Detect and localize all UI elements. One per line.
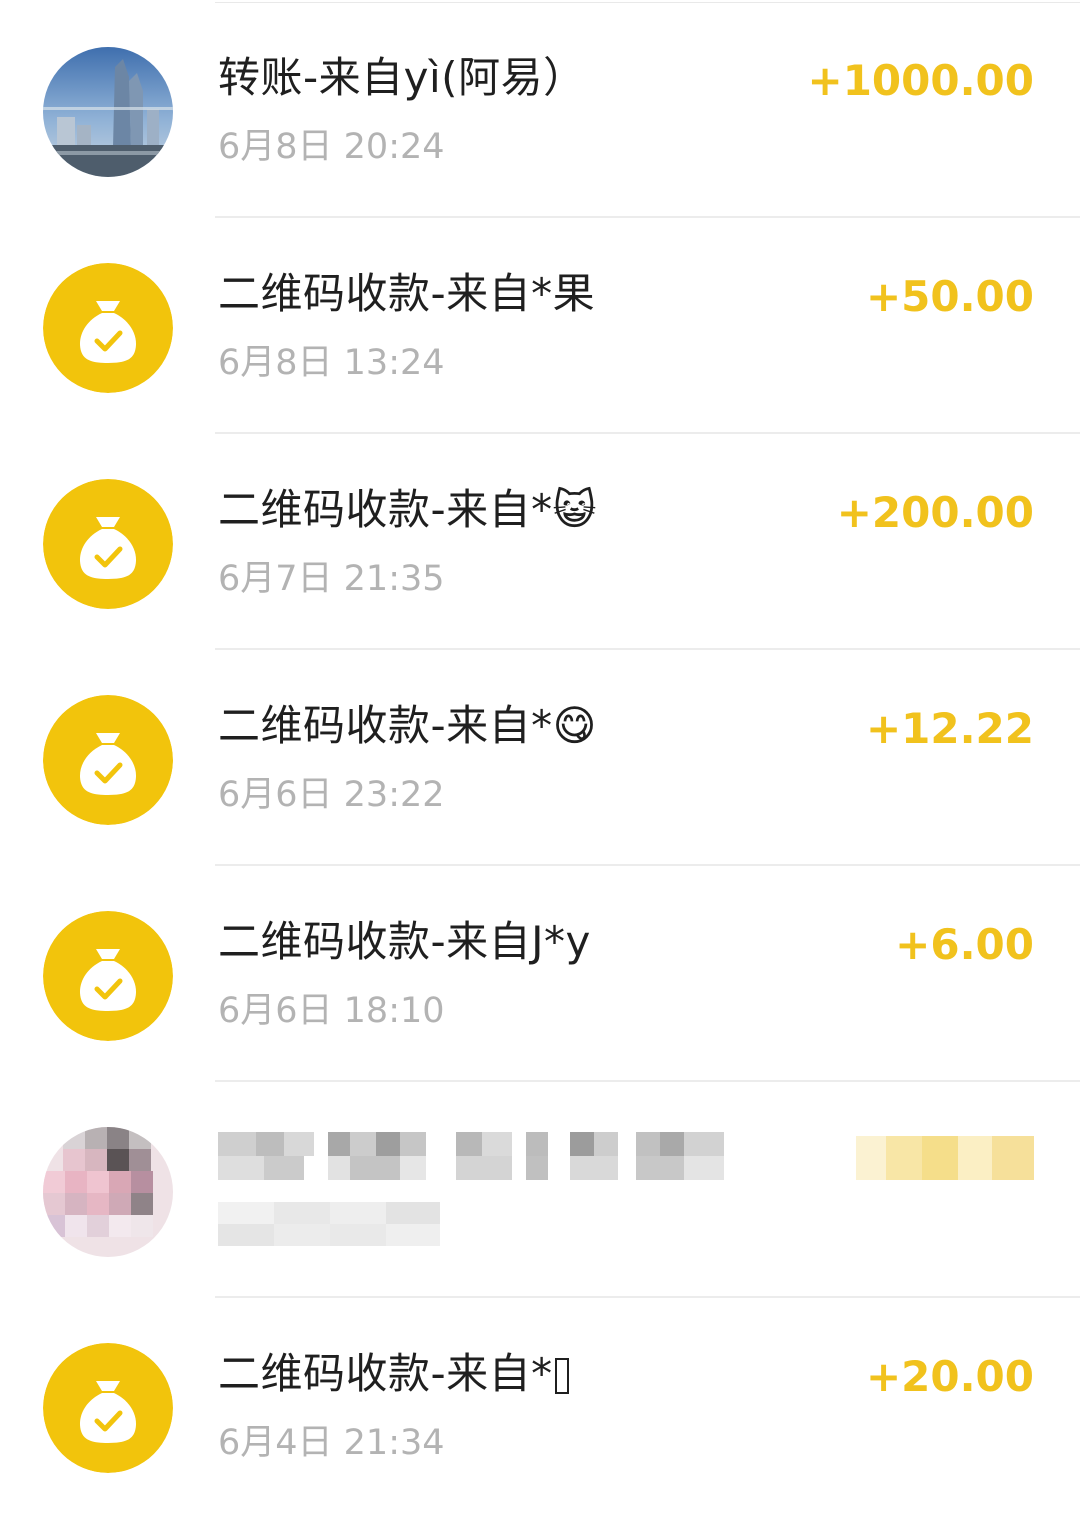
transaction-row[interactable]: 二维码收款-来自*😺 6月7日 21:35 +200.00 [0,434,1080,650]
transaction-amount: +6.00 [895,920,1034,969]
transaction-title: 二维码收款-来自*果 [218,269,596,318]
transaction-time: 6月6日 18:10 [218,991,445,1031]
transaction-row[interactable]: 二维码收款-来自*😋 6月6日 23:22 +12.22 [0,650,1080,866]
transaction-row[interactable]: 二维码收款-来自J*y 6月6日 18:10 +6.00 [0,866,1080,1082]
transaction-row[interactable]: 转账-来自yì(阿易） 6月8日 20:24 +1000.00 [0,2,1080,218]
transaction-amount: +12.22 [865,704,1034,753]
transaction-title: 转账-来自yì(阿易） [218,53,586,102]
transaction-time: 6月6日 23:22 [218,775,445,815]
transaction-amount: +1000.00 [807,56,1035,105]
transaction-amount: +20.00 [865,1352,1034,1401]
transaction-row-redacted[interactable] [0,1082,1080,1298]
transaction-title: 二维码收款-来自*😺 [218,485,597,534]
transaction-title: 二维码收款-来自*😋 [218,701,597,750]
transaction-row[interactable]: 二维码收款-来自* 6月4日 21:34 +20.00 [0,1298,1080,1514]
money-bag-icon [43,263,173,393]
transaction-amount: +50.00 [865,272,1034,321]
money-bag-icon [43,911,173,1041]
transaction-list: 转账-来自yì(阿易） 6月8日 20:24 +1000.00 二维码收款-来自… [0,0,1080,1490]
transaction-title: 二维码收款-来自* [218,1346,569,1402]
money-bag-icon [43,695,173,825]
redacted-time [218,1202,442,1246]
redacted-amount [856,1136,1034,1180]
missing-glyph-icon [554,1358,569,1394]
transaction-title: 二维码收款-来自J*y [218,917,591,966]
building-photo-avatar [43,47,173,177]
transaction-amount: +200.00 [836,488,1034,537]
money-bag-icon [43,479,173,609]
transaction-time: 6月8日 20:24 [218,127,445,167]
pixelated-avatar [43,1127,173,1257]
transaction-time: 6月7日 21:35 [218,559,445,599]
redacted-title [218,1132,728,1180]
transaction-title-text: 二维码收款-来自* [218,1349,553,1398]
money-bag-icon [43,1343,173,1473]
transaction-time: 6月8日 13:24 [218,343,445,383]
transaction-time: 6月4日 21:34 [218,1423,445,1463]
transaction-row[interactable]: 二维码收款-来自*果 6月8日 13:24 +50.00 [0,218,1080,434]
